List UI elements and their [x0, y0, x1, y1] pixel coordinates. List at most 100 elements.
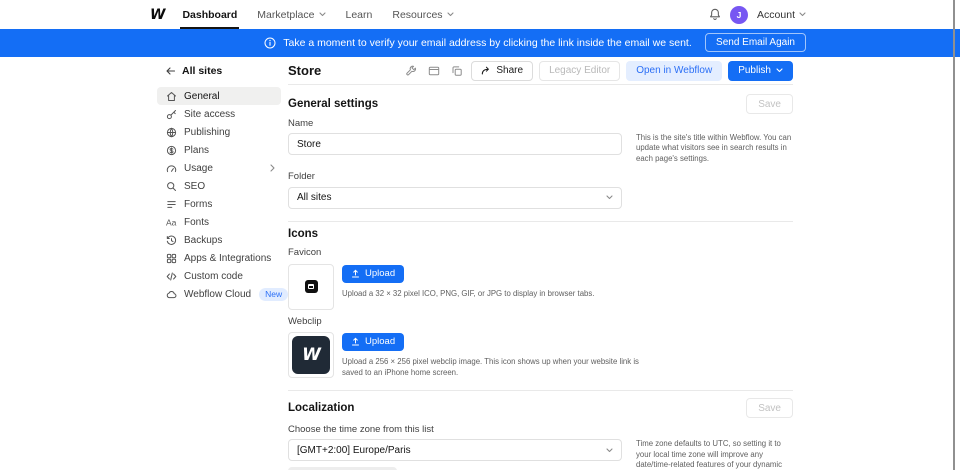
share-button[interactable]: Share	[471, 61, 533, 81]
nav-tab-resources-label: Resources	[392, 9, 442, 21]
sidebar-item-site-access[interactable]: Site access	[157, 105, 281, 123]
account-label: Account	[757, 9, 795, 21]
settings-sidebar: All sites General Site access Publishing…	[157, 64, 281, 303]
webclip-preview: W	[288, 332, 334, 378]
scrollbar[interactable]	[953, 0, 955, 470]
code-icon	[166, 271, 177, 282]
chevron-down-icon	[606, 448, 613, 453]
back-arrow-icon	[166, 67, 175, 75]
sidebar-item-label: Webflow Cloud	[184, 289, 251, 300]
sidebar-item-usage[interactable]: Usage	[157, 159, 281, 177]
favicon-preview	[288, 264, 334, 310]
publish-button[interactable]: Publish	[728, 61, 793, 81]
account-menu[interactable]: Account	[757, 9, 806, 21]
localization-header: Localization Save	[288, 397, 793, 419]
top-navigation: W Dashboard Marketplace Learn Resources …	[0, 0, 960, 29]
designer-tools-button[interactable]	[402, 63, 419, 79]
webflow-logo[interactable]: W	[150, 7, 164, 23]
default-favicon-glyph	[305, 280, 318, 293]
fonts-aa-icon: Aa	[166, 217, 177, 228]
backup-clock-icon	[166, 235, 177, 246]
info-icon	[264, 37, 276, 49]
sidebar-item-backups[interactable]: Backups	[157, 231, 281, 249]
sidebar-item-label: SEO	[184, 181, 205, 192]
chevron-right-icon	[270, 164, 275, 172]
general-settings-header: General settings Save	[288, 93, 793, 115]
avatar[interactable]: J	[730, 6, 748, 24]
duplicate-icon	[451, 65, 463, 77]
sidebar-item-label: Site access	[184, 109, 235, 120]
sidebar-item-apps-integrations[interactable]: Apps & Integrations	[157, 249, 281, 267]
webclip-upload-label: Upload	[365, 336, 395, 347]
favicon-upload-button[interactable]: Upload	[342, 265, 404, 283]
sidebar-item-plans[interactable]: Plans	[157, 141, 281, 159]
webclip-help-text: Upload a 256 × 256 pixel webclip image. …	[342, 357, 642, 378]
general-settings-title: General settings	[288, 98, 378, 110]
nav-tab-marketplace-label: Marketplace	[257, 9, 314, 21]
sidebar-item-publishing[interactable]: Publishing	[157, 123, 281, 141]
chevron-down-icon	[319, 12, 326, 17]
chevron-down-icon	[799, 12, 806, 17]
key-icon	[166, 109, 177, 120]
sidebar-item-label: Publishing	[184, 127, 230, 138]
nav-tab-dashboard-label: Dashboard	[182, 9, 237, 21]
sidebar-item-webflow-cloud[interactable]: Webflow Cloud New	[157, 285, 281, 303]
icons-section-title: Icons	[288, 228, 793, 240]
duplicate-button[interactable]	[448, 63, 465, 79]
localization-save-button[interactable]: Save	[746, 398, 793, 418]
general-save-button[interactable]: Save	[746, 94, 793, 114]
timezone-select[interactable]: [GMT+2:00] Europe/Paris	[288, 439, 622, 461]
webclip-upload-button[interactable]: Upload	[342, 333, 404, 351]
folder-select-value: All sites	[297, 192, 331, 203]
nav-tab-learn[interactable]: Learn	[346, 0, 373, 29]
open-in-webflow-button[interactable]: Open in Webflow	[626, 61, 722, 81]
sidebar-item-general[interactable]: General	[157, 87, 281, 105]
nav-tab-marketplace[interactable]: Marketplace	[257, 0, 325, 29]
verify-email-banner: Take a moment to verify your email addre…	[0, 29, 960, 57]
new-badge: New	[259, 288, 288, 301]
chevron-down-icon	[606, 195, 613, 200]
main-content: Store Share Legacy Editor Open in Webflo…	[288, 57, 793, 470]
send-email-again-button[interactable]: Send Email Again	[705, 33, 806, 52]
timezone-label: Choose the time zone from this list	[288, 424, 793, 437]
chevron-down-icon	[776, 68, 783, 73]
bell-icon[interactable]	[709, 8, 721, 21]
site-name-input[interactable]	[288, 133, 622, 155]
publish-label: Publish	[738, 65, 771, 76]
search-icon	[166, 181, 177, 192]
page-title: Store	[288, 63, 321, 78]
sidebar-item-fonts[interactable]: Aa Fonts	[157, 213, 281, 231]
timezone-select-value: [GMT+2:00] Europe/Paris	[297, 445, 411, 456]
upload-arrow-icon	[351, 337, 360, 346]
timezone-help-text: Time zone defaults to UTC, so setting it…	[636, 439, 793, 470]
sidebar-item-label: Backups	[184, 235, 222, 246]
section-divider	[288, 390, 793, 391]
gauge-icon	[166, 163, 177, 174]
sidebar-item-label: Fonts	[184, 217, 209, 228]
sidebar-item-label: Usage	[184, 163, 213, 174]
sidebar-item-label: Apps & Integrations	[184, 253, 271, 264]
editor-window-icon	[428, 65, 440, 77]
sidebar-item-custom-code[interactable]: Custom code	[157, 267, 281, 285]
nav-tab-resources[interactable]: Resources	[392, 0, 453, 29]
nav-tab-dashboard[interactable]: Dashboard	[182, 0, 237, 29]
share-label: Share	[496, 65, 523, 76]
plans-circle-icon	[166, 145, 177, 156]
webflow-logo: W	[292, 336, 330, 374]
legacy-editor-button[interactable]: Legacy Editor	[539, 61, 620, 81]
banner-message: Take a moment to verify your email addre…	[283, 37, 692, 49]
svg-text:Aa: Aa	[166, 217, 177, 227]
site-header: Store Share Legacy Editor Open in Webflo…	[288, 57, 793, 85]
forms-lines-icon	[166, 199, 177, 210]
name-field-label: Name	[288, 118, 793, 131]
sidebar-item-label: Plans	[184, 145, 209, 156]
favicon-help-text: Upload a 32 × 32 pixel ICO, PNG, GIF, or…	[342, 289, 594, 300]
favicon-upload-label: Upload	[365, 268, 395, 279]
sidebar-item-forms[interactable]: Forms	[157, 195, 281, 213]
editor-button[interactable]	[425, 63, 442, 79]
home-icon	[166, 91, 177, 102]
sidebar-item-seo[interactable]: SEO	[157, 177, 281, 195]
folder-select[interactable]: All sites	[288, 187, 622, 209]
sidebar-item-label: Forms	[184, 199, 212, 210]
back-to-all-sites[interactable]: All sites	[157, 64, 281, 78]
